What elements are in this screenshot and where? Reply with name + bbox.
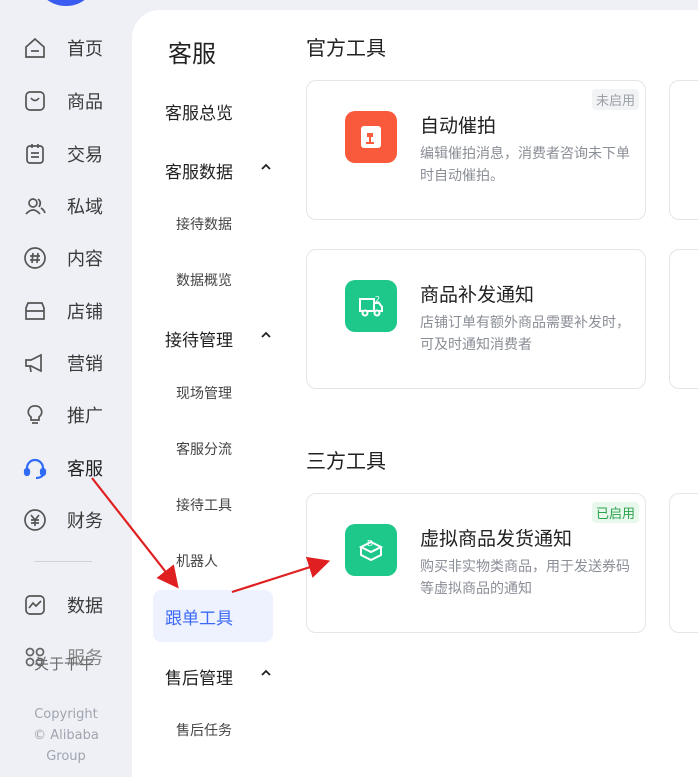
nav-item-promotion[interactable]: 推广 [22,395,122,435]
nav-divider [34,561,92,562]
chevron-up-icon[interactable] [260,667,272,679]
subnav-item-aftersale-tasks[interactable]: 售后任务 [176,720,232,740]
copyright-line: Copyright [34,707,98,722]
copyright-line: © Alibaba [33,728,99,743]
about-label: 关于千牛 [34,655,95,673]
lightbulb-icon [22,402,48,428]
nav-item-content[interactable]: 内容 [22,238,122,278]
nav-item-trade[interactable]: 交易 [22,134,122,174]
home-icon [22,35,48,61]
subnav-item-robot[interactable]: 机器人 [176,551,218,571]
nav-label: 内容 [67,249,103,270]
card-title: 商品补发通知 [420,284,535,306]
nav-label: 交易 [67,145,103,166]
subnav-group-reception[interactable]: 接待管理 [165,326,233,351]
subnav-item-reception-tools[interactable]: 接待工具 [176,495,232,515]
subnav-group-aftersale[interactable]: 售后管理 [165,664,233,689]
nav-item-data[interactable]: 数据 [22,585,122,625]
nav-item-goods[interactable]: 商品 [22,81,122,121]
megaphone-icon [22,350,48,376]
nav-label: 推广 [67,406,103,427]
nav-item-customer-service[interactable]: 客服 [22,448,122,488]
subnav-item-followup-tools[interactable]: 跟单工具 [153,590,273,642]
status-badge: 未启用 [591,89,639,110]
subnav-item-distribution[interactable]: 客服分流 [176,439,232,459]
subnav-group-data[interactable]: 客服数据 [165,158,233,183]
card-description: 编辑催拍消息，消费者咨询未下单时自动催拍。 [420,146,630,184]
subnav-item-reception-data[interactable]: 接待数据 [176,214,232,234]
subnav-item-data-overview[interactable]: 数据概览 [176,270,232,290]
yuan-icon [22,507,48,533]
section-title-official: 官方工具 [306,36,386,60]
subnav-title: 客服 [168,40,216,68]
card-description: 购买非实物类商品，用于发送券码等虚拟商品的通知 [420,559,630,597]
nav-label: 店铺 [67,302,103,323]
chevron-up-icon[interactable] [260,329,272,341]
card-title: 虚拟商品发货通知 [420,528,573,550]
trade-icon [22,141,48,167]
nav-label: 数据 [67,596,103,617]
about-link[interactable]: 关于千牛 [0,643,132,673]
virtual-box-icon: D [345,524,397,576]
chart-icon [22,592,48,618]
card-title: 自动催拍 [420,115,497,137]
store-icon [22,298,48,324]
nav-item-home[interactable]: 首页 [22,28,122,68]
chevron-up-icon[interactable] [260,161,272,173]
tool-card-partial[interactable] [669,493,698,633]
tool-card-reship-notice[interactable]: 2 商品补发通知 店铺订单有额外商品需要补发时，可及时通知消费者 [306,249,646,389]
main-nav: 首页 商品 交易 私域 内容 店铺 营销 推广 客服 财务 数据 服务 关于千牛… [0,0,132,777]
headset-icon [22,455,48,481]
nav-item-finance[interactable]: 财务 [22,500,122,540]
nav-label: 客服 [67,459,103,480]
goods-icon [22,88,48,114]
gavel-icon [345,111,397,163]
subnav-item-site-management[interactable]: 现场管理 [176,383,232,403]
nav-logo[interactable] [34,0,98,6]
delivery-truck-icon: 2 [345,280,397,332]
nav-label: 首页 [67,39,103,60]
subnav-overview[interactable]: 客服总览 [165,99,233,124]
hashtag-icon [22,245,48,271]
nav-item-store[interactable]: 店铺 [22,291,122,331]
status-badge: 已启用 [591,502,639,523]
subnav-active-label: 跟单工具 [165,608,233,629]
svg-text:2: 2 [375,295,380,304]
svg-text:D: D [367,539,373,548]
tool-card-auto-urge[interactable]: 自动催拍 编辑催拍消息，消费者咨询未下单时自动催拍。 未启用 [306,80,646,220]
tool-card-partial[interactable] [669,249,698,389]
nav-label: 财务 [67,511,103,532]
copyright-line: Group [46,749,86,764]
card-description: 店铺订单有额外商品需要补发时，可及时通知消费者 [420,315,630,353]
tool-card-partial[interactable] [669,80,698,220]
nav-label: 营销 [67,354,103,375]
copyright: Copyright © Alibaba Group [0,704,132,767]
nav-item-marketing[interactable]: 营销 [22,343,122,383]
nav-label: 商品 [67,92,103,113]
nav-item-private[interactable]: 私域 [22,186,122,226]
tool-card-virtual-delivery[interactable]: D 虚拟商品发货通知 购买非实物类商品，用于发送券码等虚拟商品的通知 已启用 [306,493,646,633]
nav-label: 私域 [67,197,103,218]
users-icon [22,193,48,219]
section-title-thirdparty: 三方工具 [306,449,386,473]
